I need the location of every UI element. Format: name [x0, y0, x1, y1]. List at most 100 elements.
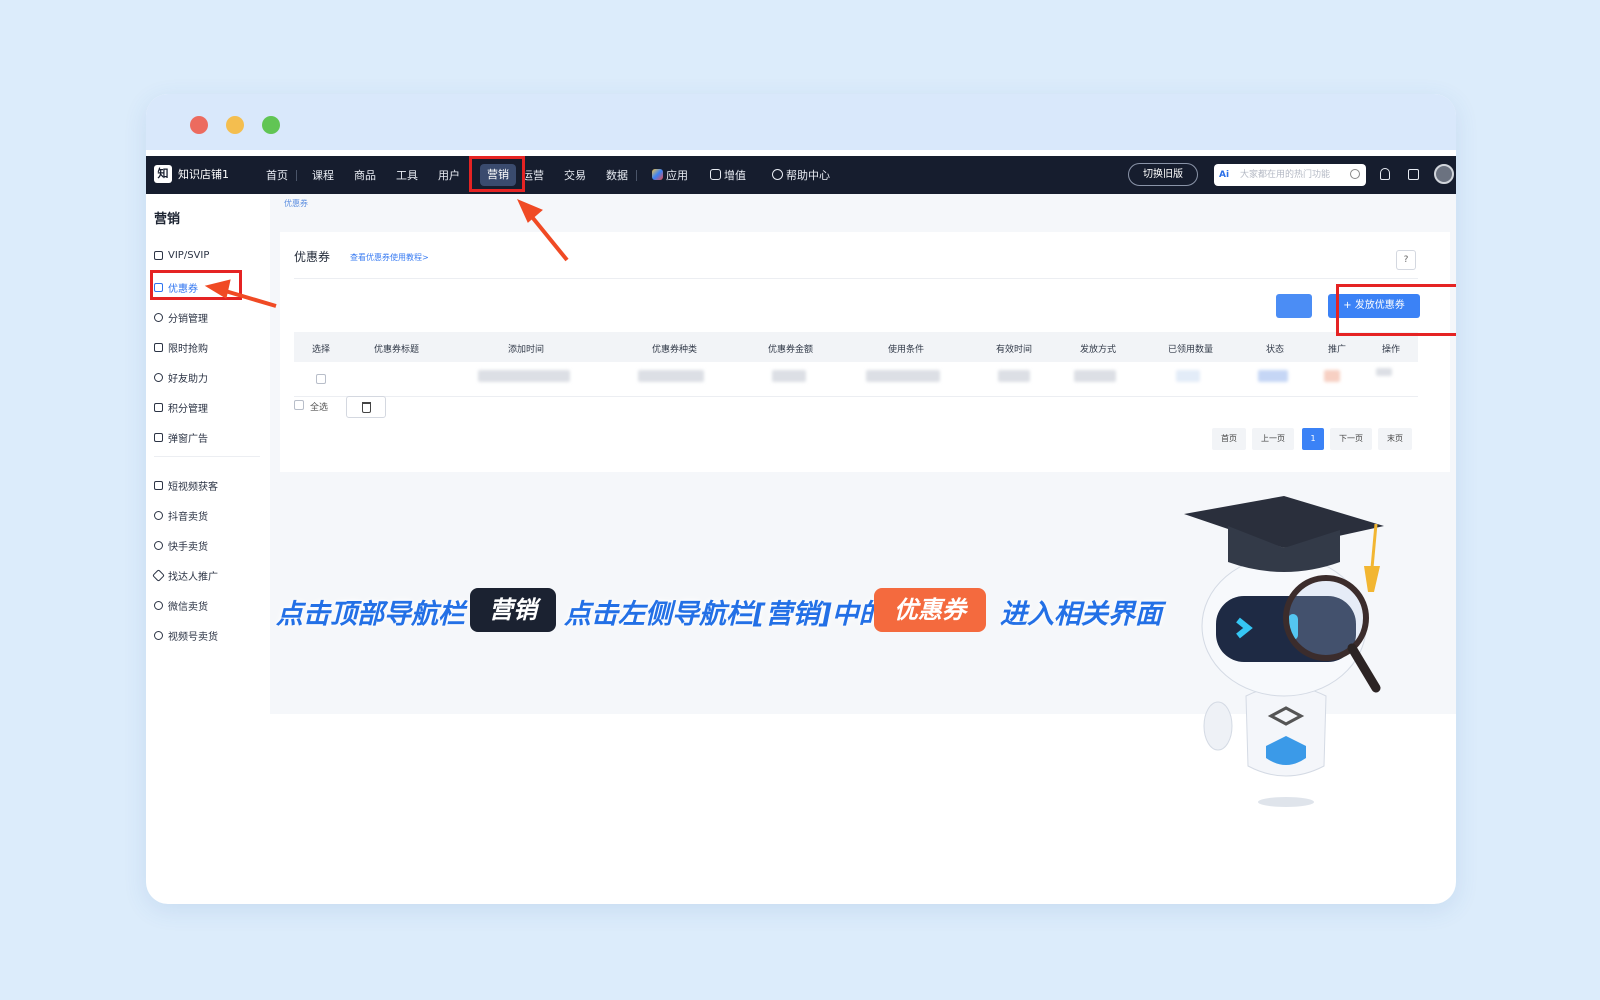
row-checkbox[interactable]	[316, 374, 326, 384]
sidebar-item-friend-help[interactable]: 好友助力	[154, 370, 208, 385]
bell-icon[interactable]	[1380, 168, 1390, 180]
sidebar-item-short-video[interactable]: 短视频获客	[154, 478, 218, 493]
popup-icon	[154, 433, 163, 442]
page-last[interactable]: 末页	[1378, 428, 1412, 450]
nav-help-center[interactable]: 帮助中心	[772, 167, 830, 183]
select-all-checkbox[interactable]	[294, 400, 304, 410]
store-name: 知识店铺1	[178, 168, 229, 181]
search-input[interactable]: Ai 大家都在用的热门功能	[1214, 164, 1366, 186]
page-prev[interactable]: 上一页	[1252, 428, 1294, 450]
kuaishou-icon	[154, 541, 163, 550]
search-icon[interactable]	[1350, 169, 1360, 179]
channels-icon	[154, 631, 163, 640]
divider	[294, 278, 1418, 279]
blurred-cell	[998, 370, 1030, 382]
help-circle-icon	[772, 169, 783, 180]
nav-apps-label: 应用	[666, 169, 688, 182]
sidebar-title: 营销	[154, 212, 181, 227]
blurred-cell	[638, 370, 704, 382]
sidebar-item-vip[interactable]: VIP/SVIP	[154, 250, 209, 261]
top-navbar: 知 知识店铺1 首页 课程 商品 工具 用户 营销 运营 交易 数据 应用 增值…	[146, 156, 1456, 194]
blurred-cell	[1074, 370, 1116, 382]
page-title: 优惠券	[294, 250, 331, 264]
table-header: 选择 优惠券标题 添加时间 优惠券种类 优惠券金额 使用条件 有效时间 发放方式…	[294, 332, 1418, 362]
robot-mascot-icon	[1184, 496, 1384, 807]
sidebar-item-distribution[interactable]: 分销管理	[154, 310, 208, 325]
nav-operations[interactable]: 运营	[522, 167, 544, 183]
status-badge	[1258, 370, 1288, 382]
sidebar-item-points[interactable]: 积分管理	[154, 400, 208, 415]
col-amount: 优惠券金额	[768, 345, 814, 355]
douyin-icon	[154, 511, 163, 520]
sidebar-item-flash-sale[interactable]: 限时抢购	[154, 340, 208, 355]
banner-text-3: 进入相关界面	[1000, 599, 1162, 630]
page-current[interactable]: 1	[1302, 428, 1324, 450]
value-added-icon	[710, 169, 721, 180]
window-titlebar	[146, 94, 1456, 154]
col-type: 优惠券种类	[652, 345, 698, 355]
tutorial-link[interactable]: 查看优惠券使用教程>	[350, 252, 429, 263]
brand[interactable]: 知 知识店铺1	[154, 165, 229, 183]
maximize-dot[interactable]	[262, 116, 280, 134]
sidebar-divider	[154, 456, 260, 457]
highlight-marketing-tab	[469, 156, 525, 192]
store-logo-icon: 知	[154, 165, 172, 183]
trash-icon	[362, 402, 371, 413]
delete-button[interactable]	[346, 396, 386, 418]
nav-value-added[interactable]: 增值	[710, 167, 746, 183]
avatar[interactable]	[1434, 164, 1454, 184]
sidebar-item-label: 抖音卖货	[168, 512, 208, 523]
share-icon	[154, 313, 163, 322]
highlight-coupon-menu	[150, 270, 242, 300]
nav-divider	[296, 170, 297, 181]
sidebar-item-label: 找达人推广	[168, 572, 218, 583]
banner-text-1: 点击顶部导航栏	[276, 599, 465, 630]
breadcrumb[interactable]: 优惠券	[284, 198, 308, 209]
filter-button[interactable]	[1276, 294, 1312, 318]
help-button[interactable]: ?	[1396, 250, 1416, 270]
col-select: 选择	[312, 345, 331, 355]
coupon-card: 优惠券 查看优惠券使用教程> ? + 发放优惠券 选择 优惠券标题 添加时间 优…	[280, 232, 1450, 472]
nav-products[interactable]: 商品	[354, 167, 376, 183]
gift-icon	[154, 343, 163, 352]
nav-home[interactable]: 首页	[266, 167, 288, 183]
nav-courses[interactable]: 课程	[312, 167, 334, 183]
sidebar-item-influencer[interactable]: 找达人推广	[152, 568, 218, 583]
col-valid-time: 有效时间	[996, 345, 1033, 355]
col-added-time: 添加时间	[508, 345, 545, 355]
sidebar-item-label: 弹窗广告	[168, 434, 208, 445]
select-all-label[interactable]: 全选	[310, 400, 328, 413]
blurred-cell	[772, 370, 806, 382]
switch-old-version-button[interactable]: 切换旧版	[1128, 163, 1198, 186]
sidebar-item-label: 积分管理	[168, 404, 208, 415]
page-first[interactable]: 首页	[1212, 428, 1246, 450]
col-status: 状态	[1266, 345, 1285, 355]
sidebar-item-kuaishou[interactable]: 快手卖货	[154, 538, 208, 553]
blurred-cell	[866, 370, 940, 382]
action-menu[interactable]	[1376, 368, 1392, 376]
promote-icon[interactable]	[1324, 370, 1340, 382]
col-actions: 操作	[1382, 345, 1401, 355]
message-box-icon[interactable]	[1408, 169, 1419, 180]
page-next[interactable]: 下一页	[1330, 428, 1372, 450]
nav-apps[interactable]: 应用	[652, 167, 688, 183]
sidebar-item-popup-ads[interactable]: 弹窗广告	[154, 430, 208, 445]
minimize-dot[interactable]	[226, 116, 244, 134]
rocket-icon	[154, 373, 163, 382]
video-icon	[154, 481, 163, 490]
nav-divider	[636, 170, 637, 181]
nav-trade[interactable]: 交易	[564, 167, 586, 183]
close-dot[interactable]	[190, 116, 208, 134]
diamond-icon	[152, 569, 165, 582]
col-claimed-count: 已领用数量	[1168, 345, 1214, 355]
vip-icon	[154, 251, 163, 260]
sidebar-item-label: 分销管理	[168, 314, 208, 325]
nav-tools[interactable]: 工具	[396, 167, 418, 183]
banner-text-2: 点击左侧导航栏[营销]中的	[564, 599, 886, 630]
sidebar-item-douyin[interactable]: 抖音卖货	[154, 508, 208, 523]
nav-users[interactable]: 用户	[438, 167, 460, 183]
sidebar-item-label: 限时抢购	[168, 344, 208, 355]
nav-data[interactable]: 数据	[606, 167, 628, 183]
nav-value-added-label: 增值	[724, 169, 746, 182]
row-divider	[294, 396, 1418, 397]
